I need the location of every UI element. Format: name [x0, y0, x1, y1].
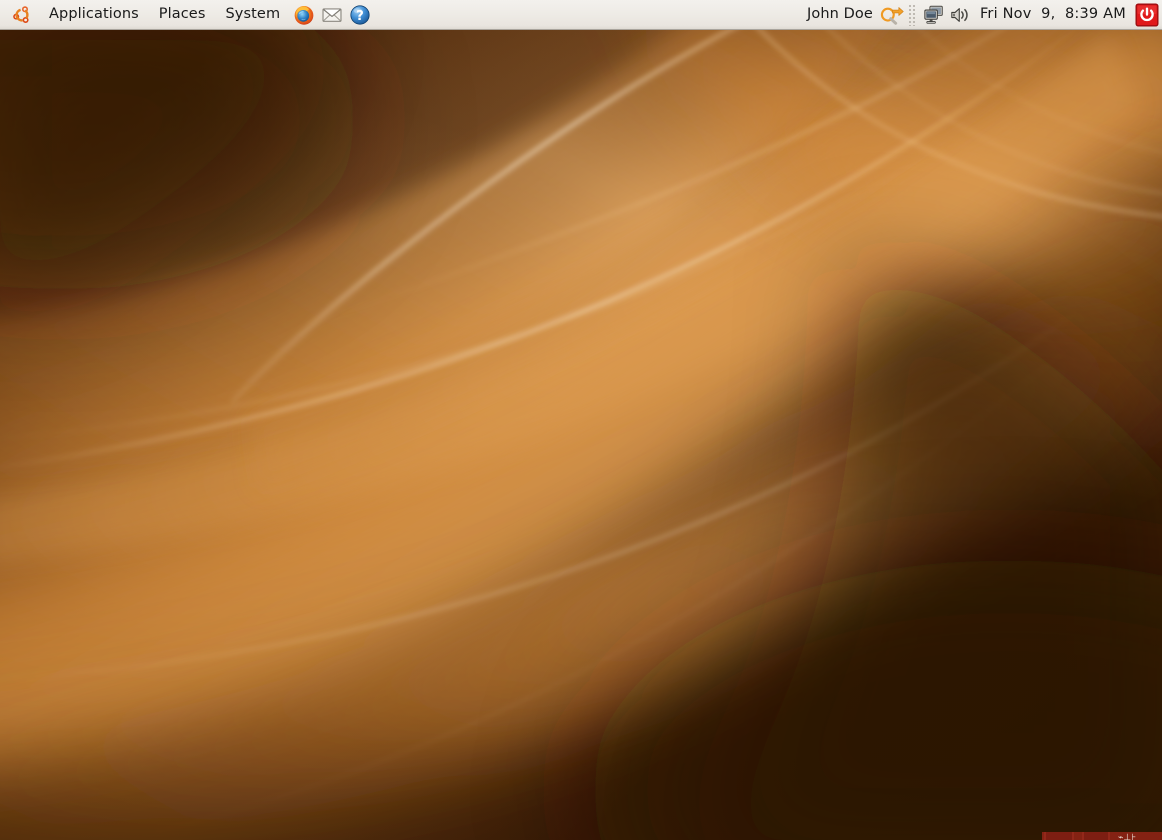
svg-text:?: ? — [356, 8, 364, 23]
menu-applications[interactable]: Applications — [40, 2, 148, 27]
speaker-glyph — [951, 7, 968, 22]
bottom-panel-text: ⌁⊥⊦ — [1118, 833, 1136, 840]
mail-icon[interactable] — [319, 2, 345, 28]
panel-left-section: Applications Places System ? — [0, 0, 374, 29]
network-monitors-glyph — [924, 5, 943, 24]
menu-places[interactable]: Places — [150, 2, 215, 27]
network-monitor-icon[interactable] — [921, 2, 947, 28]
shutdown-button[interactable] — [1135, 3, 1159, 27]
ubuntu-logo-icon[interactable] — [7, 2, 37, 28]
bottom-panel-item-2[interactable] — [1082, 832, 1110, 840]
help-icon[interactable]: ? — [347, 2, 373, 28]
user-name-label[interactable]: John Doe — [801, 3, 879, 26]
envelope-glyph — [322, 7, 342, 22]
bottom-panel-item-1[interactable] — [1044, 832, 1074, 840]
top-panel[interactable]: Applications Places System ? John Doe Fr… — [0, 0, 1162, 30]
panel-drag-handle[interactable] — [907, 3, 916, 26]
panel-right-section: John Doe Fri Nov 9, 8:39 AM — [801, 0, 1162, 29]
ubuntu-circle-of-friends-icon — [13, 5, 29, 23]
user-switcher-glyph — [880, 6, 904, 25]
firefox-icon[interactable] — [291, 2, 317, 28]
wallpaper-artwork — [0, 0, 1162, 840]
question-mark-glyph: ? — [350, 4, 370, 25]
desktop[interactable]: Applications Places System ? John Doe Fr… — [0, 0, 1162, 840]
power-shutdown-icon — [1135, 3, 1159, 27]
desktop-wallpaper[interactable] — [0, 0, 1162, 840]
firefox-glyph — [294, 5, 314, 25]
bottom-panel-fragment[interactable]: ⌁⊥⊦ — [0, 832, 1162, 840]
user-switcher-icon[interactable] — [879, 2, 905, 28]
volume-speaker-icon[interactable] — [947, 2, 973, 28]
clock-label[interactable]: Fri Nov 9, 8:39 AM — [973, 3, 1133, 26]
menu-system[interactable]: System — [217, 2, 290, 27]
